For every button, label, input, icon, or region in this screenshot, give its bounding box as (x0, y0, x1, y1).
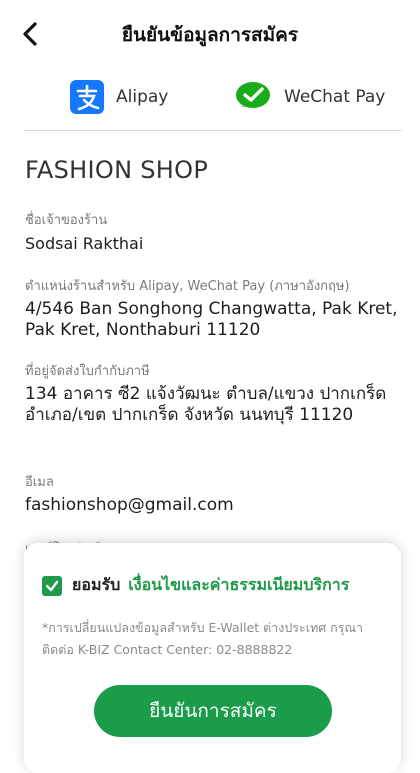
contact-note: *การเปลี่ยนแปลงข้อมูลสำหรับ E-Wallet ต่า… (42, 620, 364, 657)
shop-location-field: ตำแหน่งร้านสำหรับ Alipay, WeChat Pay (ภา… (25, 278, 400, 341)
field-value: 134 อาคาร ซี2 แจ้งวัฒนะ ตำบล/แขวง ปากเกร… (25, 384, 387, 425)
alipay-icon (70, 80, 104, 114)
page-title: ยืนยันข้อมูลการสมัคร (121, 24, 299, 46)
tax-invoice-address-field: ที่อยู่จัดส่งใบกำกับภาษี 134 อาคาร ซี2 แ… (25, 363, 400, 426)
field-label: ตำแหน่งร้านสำหรับ Alipay, WeChat Pay (ภา… (25, 279, 350, 294)
wechat-pay-label: WeChat Pay (284, 87, 386, 107)
field-label: อีเมล (25, 475, 54, 490)
alipay-label: Alipay (116, 87, 169, 107)
wallet-logos: Alipay WeChat Pay (0, 72, 420, 124)
field-value: 4/546 Ban Songhong Changwatta, Pak Kret,… (25, 299, 398, 340)
alipay-logo: Alipay (70, 80, 168, 114)
wechat-pay-logo: WeChat Pay (234, 80, 385, 114)
checkmark-icon (45, 580, 59, 591)
confirm-button[interactable]: ยืนยันการสมัคร (94, 685, 332, 737)
agree-checkbox[interactable] (42, 575, 62, 596)
field-label: ชื่อเจ้าของร้าน (25, 213, 108, 228)
field-value: fashionshop@gmail.com (25, 495, 234, 515)
email-field: อีเมล fashionshop@gmail.com (25, 474, 400, 516)
field-label: ที่อยู่จัดส่งใบกำกับภาษี (25, 364, 150, 379)
wechat-pay-icon (236, 82, 270, 108)
terms-link[interactable]: เงื่อนไขและค่าธรรมเนียมบริการ (128, 573, 349, 598)
confirm-sheet: ยอมรับ เงื่อนไขและค่าธรรมเนียมบริการ *กา… (24, 543, 401, 773)
divider (24, 130, 402, 131)
accept-label: ยอมรับ (72, 575, 121, 594)
header: ยืนยันข้อมูลการสมัคร (0, 0, 420, 64)
agree-row: ยอมรับ เงื่อนไขและค่าธรรมเนียมบริการ (42, 573, 349, 598)
owner-name-field: ชื่อเจ้าของร้าน Sodsai Rakthai (25, 212, 400, 254)
shop-name: FASHION SHOP (25, 156, 209, 184)
field-value: Sodsai Rakthai (25, 234, 144, 253)
